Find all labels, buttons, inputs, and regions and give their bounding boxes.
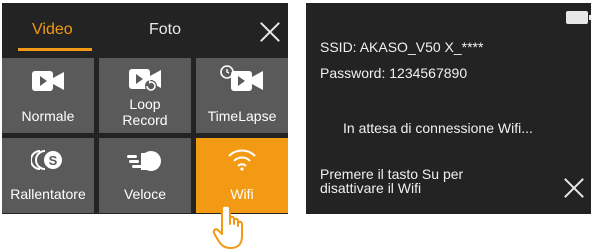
mode-menu-screen: Video Foto Normale Loop Record TimeLapse… [2,3,288,214]
tile-timelapse[interactable]: TimeLapse [196,58,288,133]
tab-foto[interactable]: Foto [149,21,181,39]
password-line: Password: 1234567890 [320,65,467,81]
battery-icon [566,11,591,24]
loop-record-icon [129,69,161,92]
close-icon[interactable] [259,21,281,43]
tile-veloce[interactable]: Veloce [99,138,191,213]
hint-line2: disattivare il Wifi [320,180,422,196]
tile-label: Rallentatore [10,186,86,202]
wifi-connection-screen: SSID: AKASO_V50 X_**** Password: 1234567… [306,3,591,214]
ssid-label: SSID: [320,39,357,55]
tile-label: TimeLapse [207,108,277,124]
slow-motion-icon: S [31,150,62,170]
tile-normale[interactable]: Normale [2,58,94,133]
active-tab-indicator [18,48,92,51]
fast-motion-icon [127,151,161,171]
pointer-hand-icon [212,204,243,249]
ssid-line: SSID: AKASO_V50 X_**** [320,39,483,55]
tile-label-line1: Loop [129,96,161,112]
close-icon[interactable] [563,177,585,199]
password-label: Password: [320,65,386,81]
tile-wifi[interactable]: Wifi [196,138,288,213]
tile-label-line2: Record [122,112,168,128]
tile-label: Wifi [230,186,254,202]
hint-text: Premere il tasto Su per disattivare il W… [320,167,463,195]
connection-status: In attesa di connessione Wifi... [343,120,533,136]
svg-text:S: S [49,153,58,168]
tile-loop-record[interactable]: Loop Record [99,58,191,133]
tile-rallentatore[interactable]: S Rallentatore [2,138,94,213]
video-camera-icon [32,71,64,91]
timelapse-icon [220,65,263,91]
mode-tabs: Video Foto [2,3,288,57]
hint-line1: Premere il tasto Su per [320,166,464,182]
tab-video[interactable]: Video [32,21,73,39]
ssid-value: AKASO_V50 X_**** [359,39,484,55]
password-value: 1234567890 [389,65,468,81]
wifi-icon [228,149,256,171]
tile-label: Veloce [123,186,167,202]
tile-label: Normale [21,108,75,124]
